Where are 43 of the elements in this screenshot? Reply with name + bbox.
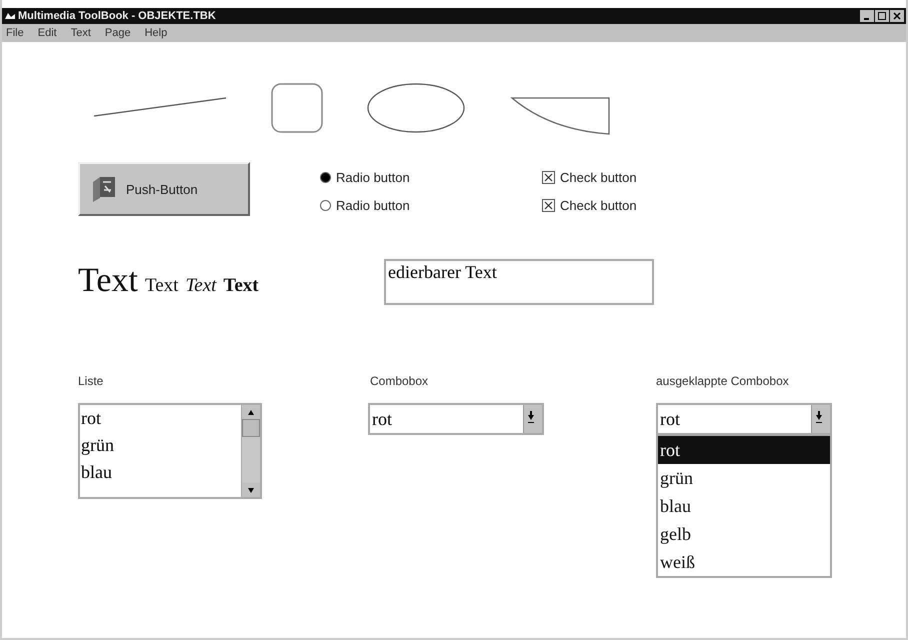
app-icon: [4, 11, 16, 21]
radio-button[interactable]: Radio button: [320, 170, 410, 185]
push-button[interactable]: Push-Button: [78, 162, 250, 216]
checkbox[interactable]: Check button: [542, 170, 637, 185]
sample-text: Text: [223, 275, 259, 297]
window-title: Multimedia ToolBook - OBJEKTE.TBK: [18, 10, 217, 22]
dropdown-option[interactable]: gelb: [658, 520, 830, 548]
rounded-rectangle-shape: [270, 82, 324, 134]
sample-text: Text: [144, 275, 178, 297]
list-box[interactable]: rot grün blau: [78, 403, 262, 499]
menu-item[interactable]: Text: [70, 27, 91, 39]
menu-item[interactable]: Edit: [38, 27, 57, 39]
editable-text-field[interactable]: edierbarer Text: [384, 259, 654, 305]
list-label: Liste: [78, 374, 104, 388]
dropdown-option[interactable]: rot: [658, 436, 830, 464]
minimize-button[interactable]: [860, 10, 874, 22]
close-button[interactable]: [890, 10, 904, 22]
scroll-thumb[interactable]: [242, 419, 260, 437]
book-icon: [90, 174, 118, 204]
sample-text: Text: [78, 262, 138, 300]
list-item[interactable]: blau: [80, 459, 241, 486]
radio-button[interactable]: Radio button: [320, 198, 410, 213]
menu-item[interactable]: Page: [104, 27, 131, 39]
combobox-label: Combobox: [370, 374, 428, 388]
list-item[interactable]: grün: [80, 432, 241, 459]
dropdown-option[interactable]: weiß: [658, 548, 830, 576]
scrollbar[interactable]: [241, 405, 260, 497]
dropdown-option[interactable]: blau: [658, 492, 830, 520]
dropdown-option[interactable]: grün: [658, 464, 830, 492]
menu-item[interactable]: Help: [144, 27, 168, 39]
up-arrow-icon: [248, 410, 254, 414]
combobox[interactable]: rot: [368, 403, 544, 435]
scroll-up-button[interactable]: [242, 405, 260, 419]
maximize-icon: [878, 12, 886, 20]
close-icon: [893, 12, 901, 20]
combobox-label: ausgeklappte Combobox: [656, 374, 789, 388]
list-item[interactable]: rot: [80, 405, 241, 432]
menu-item[interactable]: File: [6, 27, 24, 39]
checkbox[interactable]: Check button: [542, 198, 637, 213]
down-arrow-icon: [248, 488, 254, 492]
scroll-down-button[interactable]: [242, 483, 260, 497]
sample-text: Text: [185, 275, 216, 297]
maximize-button[interactable]: [875, 10, 889, 22]
